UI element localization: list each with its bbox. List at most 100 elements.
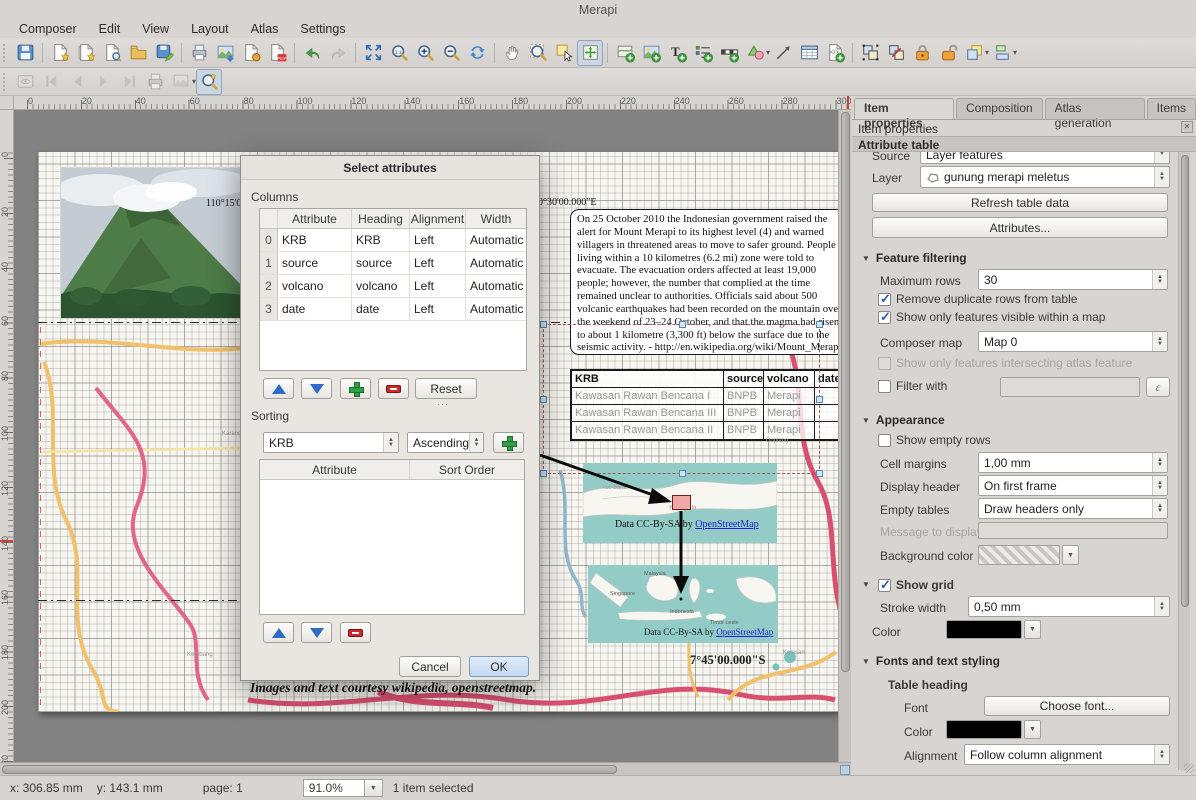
- heading-color-dropdown[interactable]: ▼: [1024, 720, 1041, 739]
- background-color-swatch[interactable]: [978, 545, 1060, 565]
- undo-icon[interactable]: [299, 40, 325, 66]
- empty-tables-select[interactable]: Draw headers only▲▼: [978, 498, 1168, 519]
- add-image-icon[interactable]: [638, 40, 664, 66]
- new-composition-icon[interactable]: [47, 40, 73, 66]
- visible-features-checkbox[interactable]: [878, 311, 891, 324]
- grid-color-dropdown[interactable]: ▼: [1024, 620, 1041, 639]
- refresh-view-icon[interactable]: [464, 40, 490, 66]
- panel-scrollbar[interactable]: [1178, 152, 1190, 770]
- sorting-table[interactable]: Attribute Sort Order: [259, 459, 525, 615]
- composer-map-select[interactable]: Map 0▲▼: [978, 331, 1168, 352]
- lock-items-icon[interactable]: [909, 40, 935, 66]
- dropdown-arrow-icon[interactable]: ▾: [1013, 48, 1017, 57]
- choose-font-button[interactable]: Choose font...: [984, 696, 1170, 716]
- dropdown-arrow-icon[interactable]: ▼: [365, 779, 383, 797]
- splitter-handle[interactable]: ···: [437, 399, 449, 409]
- menu-settings[interactable]: Settings: [289, 21, 356, 37]
- add-scalebar-icon[interactable]: [716, 40, 742, 66]
- info-text-frame[interactable]: On 25 October 2010 the Indonesian govern…: [570, 209, 838, 355]
- ungroup-items-icon[interactable]: [883, 40, 909, 66]
- grid-color-swatch[interactable]: [946, 620, 1022, 639]
- group-items-icon[interactable]: [857, 40, 883, 66]
- show-grid-checkbox[interactable]: [878, 579, 891, 592]
- add-shape-icon[interactable]: [742, 40, 768, 66]
- save-template-icon[interactable]: [151, 40, 177, 66]
- fonts-header[interactable]: ▼Fonts and text styling: [862, 654, 1000, 668]
- dropdown-arrow-icon[interactable]: ▼: [1154, 152, 1169, 163]
- cancel-button[interactable]: Cancel: [399, 656, 461, 677]
- zoom-out-icon[interactable]: [438, 40, 464, 66]
- move-sort-down-button[interactable]: [301, 622, 332, 643]
- attributes-button[interactable]: Attributes...: [872, 217, 1168, 238]
- sort-order-select[interactable]: Ascending▲▼: [407, 432, 484, 453]
- tab-composition[interactable]: Composition: [956, 98, 1043, 119]
- select-item-icon[interactable]: [551, 40, 577, 66]
- move-sort-up-button[interactable]: [263, 622, 294, 643]
- vertical-scrollbar[interactable]: [838, 110, 851, 762]
- spinner-arrows-icon[interactable]: ▲▼: [1154, 745, 1169, 764]
- sort-attribute-select[interactable]: KRB▲▼: [263, 432, 399, 453]
- move-column-up-button[interactable]: [263, 378, 294, 399]
- cell-margins-spinbox[interactable]: 1,00 mm▲▼: [978, 452, 1168, 473]
- panel-scroll-handle[interactable]: [1181, 155, 1189, 607]
- remove-column-button[interactable]: [378, 378, 409, 399]
- menu-composer[interactable]: Composer: [8, 21, 88, 37]
- refresh-table-button[interactable]: Refresh table data: [872, 193, 1168, 212]
- move-column-down-button[interactable]: [301, 378, 332, 399]
- export-pdf-icon[interactable]: PDF: [264, 40, 290, 66]
- map-extent-indicator[interactable]: [672, 495, 691, 510]
- horizontal-scrollbar[interactable]: [0, 762, 851, 775]
- tab-item-properties[interactable]: Item properties: [854, 98, 954, 119]
- openstreetmap-link[interactable]: OpenStreetMap: [695, 519, 758, 530]
- columns-row[interactable]: 0KRBKRBLeftAutomatic: [260, 229, 526, 252]
- volcano-photo[interactable]: [60, 167, 245, 319]
- zoom-full-icon[interactable]: [360, 40, 386, 66]
- feature-filtering-header[interactable]: ▼Feature filtering: [862, 251, 967, 265]
- vertical-scroll-handle[interactable]: [841, 112, 850, 672]
- spinner-arrows-icon[interactable]: ▲▼: [1154, 597, 1169, 616]
- pan-icon[interactable]: [499, 40, 525, 66]
- show-empty-rows-checkbox[interactable]: [878, 434, 891, 447]
- composition-attribute-table[interactable]: KRB source volcano date Kawasan Rawan Be…: [570, 369, 838, 441]
- columns-row[interactable]: 2volcanovolcanoLeftAutomatic: [260, 275, 526, 298]
- tab-items[interactable]: Items: [1147, 98, 1196, 119]
- add-column-button[interactable]: [340, 378, 371, 399]
- columns-row[interactable]: 1sourcesourceLeftAutomatic: [260, 252, 526, 275]
- max-rows-spinbox[interactable]: 30▲▼: [978, 269, 1168, 290]
- menu-layout[interactable]: Layout: [180, 21, 240, 37]
- tab-atlas-generation[interactable]: Atlas generation: [1045, 98, 1145, 119]
- background-color-dropdown[interactable]: ▼: [1062, 545, 1079, 565]
- columns-table[interactable]: Attribute Heading Alignment Width 0KRBKR…: [259, 208, 527, 371]
- spinner-arrows-icon[interactable]: ▲▼: [1152, 453, 1167, 472]
- save-icon[interactable]: [12, 40, 38, 66]
- ok-button[interactable]: OK: [469, 656, 529, 677]
- menu-view[interactable]: View: [131, 21, 180, 37]
- add-arrow-icon[interactable]: [770, 40, 796, 66]
- spinner-arrows-icon[interactable]: ▲▼: [383, 433, 398, 452]
- zoom-combo[interactable]: 91.0%▼: [303, 779, 383, 797]
- heading-color-swatch[interactable]: [946, 720, 1022, 739]
- add-label-icon[interactable]: T: [664, 40, 690, 66]
- remove-duplicates-checkbox[interactable]: [878, 293, 891, 306]
- horizontal-scroll-handle[interactable]: [2, 765, 617, 774]
- expression-builder-button[interactable]: ε: [1146, 377, 1170, 397]
- reset-button[interactable]: Reset: [415, 378, 477, 399]
- unlock-items-icon[interactable]: [935, 40, 961, 66]
- spinner-arrows-icon[interactable]: ▲▼: [1152, 270, 1167, 289]
- alignment-select[interactable]: Follow column alignment▲▼: [964, 744, 1170, 765]
- add-html-icon[interactable]: </>: [822, 40, 848, 66]
- filter-with-checkbox[interactable]: [878, 380, 891, 393]
- appearance-header[interactable]: ▼Appearance: [862, 413, 945, 427]
- columns-row[interactable]: 3datedateLeftAutomatic: [260, 298, 526, 321]
- add-table-icon[interactable]: [796, 40, 822, 66]
- source-select[interactable]: Layer features▼: [920, 152, 1170, 164]
- add-sort-button[interactable]: [493, 432, 524, 453]
- menu-atlas[interactable]: Atlas: [240, 21, 290, 37]
- display-header-select[interactable]: On first frame▲▼: [978, 475, 1168, 496]
- inset-map-indonesia[interactable]: Singapore Malaysia Indonesia Timor Leste…: [588, 565, 778, 643]
- credit-text[interactable]: Images and text courtesy wikipedia, open…: [250, 680, 536, 696]
- layer-select[interactable]: gunung merapi meletus▲▼: [920, 166, 1170, 188]
- remove-sort-button[interactable]: [340, 622, 371, 643]
- resize-grip[interactable]: [1184, 763, 1194, 773]
- spinner-arrows-icon[interactable]: ▲▼: [1152, 499, 1167, 518]
